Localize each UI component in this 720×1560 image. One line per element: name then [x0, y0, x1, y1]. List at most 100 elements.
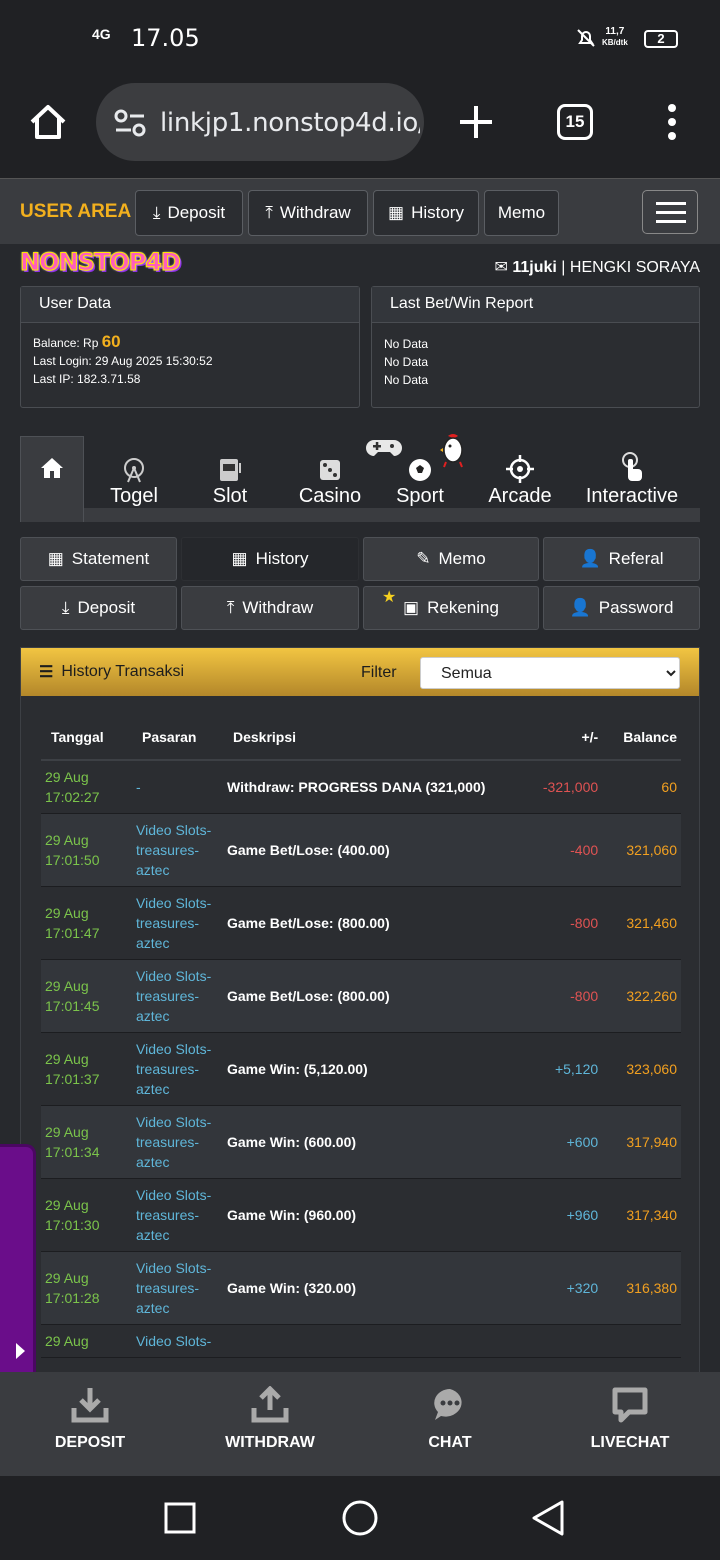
last-bet-row: No Data	[384, 373, 429, 387]
hamburger-menu-button[interactable]	[642, 190, 698, 234]
tab-interactive[interactable]: Interactive	[582, 436, 682, 522]
tab-casino[interactable]: Casino	[290, 436, 370, 522]
submenu-referal-label: Referal	[608, 549, 664, 568]
row-pasaran: Video Slots-treasures-aztec	[132, 959, 223, 1033]
side-drawer-toggle[interactable]	[0, 1144, 36, 1372]
submenu-referal[interactable]: 👤 Referal	[543, 537, 700, 581]
home-icon[interactable]	[28, 102, 68, 142]
star-icon: ★	[382, 589, 397, 606]
back-icon[interactable]	[530, 1500, 566, 1536]
row-pasaran: Video Slots-treasures-aztec	[132, 1251, 223, 1325]
bottom-livechat-label: LIVECHAT	[590, 1434, 670, 1451]
row-date: 29 Aug 17:01:34	[41, 1105, 132, 1179]
row-amount: +320	[528, 1251, 603, 1325]
tab-interactive-label: Interactive	[585, 485, 679, 507]
nav-memo-label: Memo	[497, 203, 546, 222]
row-date: 29 Aug 17:01:37	[41, 1032, 132, 1106]
bottom-livechat-button[interactable]: LIVECHAT	[540, 1386, 720, 1476]
submenu-memo[interactable]: ✎ Memo	[363, 537, 539, 581]
page-content: NONSTOP4D ✉ 11juki | HENGKI SORAYA User …	[0, 244, 720, 1372]
bottom-deposit-label: DEPOSIT	[54, 1434, 126, 1451]
filter-select[interactable]: Semua	[420, 657, 680, 689]
bottom-chat-label: CHAT	[428, 1434, 472, 1451]
submenu-withdraw[interactable]: ⤒ Withdraw	[181, 586, 359, 630]
submenu-history[interactable]: ▦ History	[181, 537, 359, 581]
history-panel: ☰ History Transaksi Filter Semua Tanggal…	[20, 647, 700, 1372]
tab-home[interactable]	[20, 436, 84, 522]
recents-icon[interactable]	[164, 1502, 196, 1534]
url-text: linkjp1.nonstop4d.io/	[160, 108, 420, 138]
submenu-password-label: Password	[598, 598, 674, 617]
dice-icon	[320, 460, 340, 480]
table-row: 29 Aug 17:01:37 Video Slots-treasures-azte…	[41, 1032, 681, 1106]
row-balance: 321,460	[602, 886, 681, 960]
tab-togel[interactable]: Togel	[100, 436, 168, 522]
nav-history-label: History	[411, 203, 464, 222]
row-date: 29 Aug 17:01:47	[41, 886, 132, 960]
address-bar[interactable]: linkjp1.nonstop4d.io/	[96, 83, 424, 161]
more-menu-icon[interactable]	[666, 104, 678, 140]
last-ip: Last IP: 182.3.71.58	[33, 372, 141, 386]
nav-withdraw-button[interactable]: ⤒ Withdraw	[248, 190, 368, 236]
table-row: 29 Aug 17:01:47 Video Slots-treasures-azte…	[41, 886, 681, 960]
nav-deposit-button[interactable]: ⤓ Deposit	[135, 190, 243, 236]
table-row: 29 Aug Video Slots-	[41, 1324, 681, 1358]
system-nav-bar	[0, 1476, 720, 1560]
history-table: Tanggal Pasaran Deskripsi +/- Balance 29…	[41, 714, 681, 1358]
user-data-title: User Data	[21, 287, 359, 323]
row-description: Game Bet/Lose: (400.00)	[223, 813, 529, 887]
table-row: 29 Aug 17:01:28 Video Slots-treasures-azte…	[41, 1251, 681, 1325]
row-description: Game Bet/Lose: (800.00)	[223, 959, 529, 1033]
home-icon	[41, 458, 63, 478]
last-bet-title: Last Bet/Win Report	[372, 287, 699, 323]
chevron-right-icon	[16, 1343, 25, 1359]
mail-icon[interactable]: ✉	[495, 259, 508, 276]
row-description: Game Bet/Lose: (800.00)	[223, 886, 529, 960]
table-row: 29 Aug 17:01:50 Video Slots-treasures-azte…	[41, 813, 681, 887]
signal-icon: 4G	[92, 26, 111, 42]
submenu-rekening[interactable]: ★ ▣ Rekening	[363, 586, 539, 630]
new-tab-icon[interactable]	[458, 104, 494, 140]
submenu-rekening-label: Rekening	[427, 598, 499, 617]
history-header: ☰ History Transaksi Filter Semua	[21, 648, 699, 696]
submenu-deposit[interactable]: ⤓ Deposit	[20, 586, 177, 630]
row-balance: 321,060	[602, 813, 681, 887]
submenu-password[interactable]: 👤 Password	[543, 586, 700, 630]
balance-value: 60	[101, 332, 121, 351]
briefcase-icon: ▣	[403, 598, 420, 617]
tab-arcade[interactable]: Arcade	[480, 436, 560, 522]
row-pasaran: Video Slots-treasures-aztec	[132, 1178, 223, 1252]
net-speed: 11,7 KB/dtk	[602, 26, 628, 47]
table-row: 29 Aug 17:02:27- Withdraw: PROGRESS DANA (…	[41, 760, 681, 814]
bottom-action-bar: DEPOSIT WITHDRAW CHAT LIVECHAT	[0, 1372, 720, 1476]
home-circle-icon[interactable]	[342, 1500, 378, 1536]
mute-bell-icon	[577, 29, 595, 47]
submenu-deposit-label: Deposit	[77, 598, 136, 617]
row-pasaran: Video Slots-treasures-aztec	[132, 886, 223, 960]
last-bet-panel: Last Bet/Win Report No Data No Data No D…	[371, 286, 700, 408]
col-amount: +/-	[528, 714, 603, 761]
site-logo[interactable]: NONSTOP4D	[20, 248, 182, 277]
nav-deposit-label: Deposit	[167, 203, 226, 222]
user-icon: 👤	[579, 549, 601, 568]
bottom-withdraw-label: WITHDRAW	[225, 1434, 315, 1451]
tab-slot[interactable]: Slot	[200, 436, 260, 522]
withdraw-icon: ⤒	[226, 598, 235, 617]
upload-icon	[251, 1386, 289, 1423]
nav-memo-button[interactable]: Memo	[484, 190, 559, 236]
row-amount	[528, 1324, 603, 1358]
nav-history-button[interactable]: ▦ History	[373, 190, 479, 236]
nav-withdraw-label: Withdraw	[279, 203, 351, 222]
row-amount: +5,120	[528, 1032, 603, 1106]
last-bet-row: No Data	[384, 355, 429, 369]
row-pasaran: -	[132, 760, 223, 814]
row-balance: 316,380	[602, 1251, 681, 1325]
submenu-statement[interactable]: ▦ Statement	[20, 537, 177, 581]
row-balance: 322,260	[602, 959, 681, 1033]
bottom-withdraw-button[interactable]: WITHDRAW	[180, 1386, 360, 1476]
bottom-deposit-button[interactable]: DEPOSIT	[0, 1386, 180, 1476]
tab-switcher-button[interactable]: 15	[557, 104, 593, 140]
row-date: 29 Aug	[41, 1324, 132, 1358]
bottom-chat-button[interactable]: CHAT	[360, 1386, 540, 1476]
site-settings-icon[interactable]	[114, 109, 148, 137]
